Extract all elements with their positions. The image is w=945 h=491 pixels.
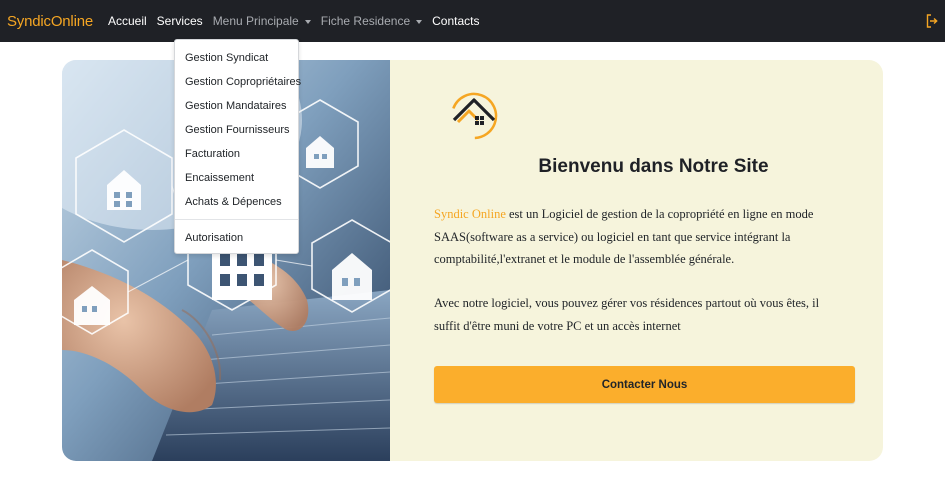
nav-fiche-residence[interactable]: Fiche Residence — [320, 14, 423, 28]
intro-paragraph: Syndic Online est un Logiciel de gestion… — [434, 203, 834, 271]
page-title-text: Bienvenu dans Notre Site — [538, 156, 769, 177]
house-logo-icon — [450, 92, 498, 140]
sign-out-icon[interactable] — [926, 14, 938, 28]
nav-menu-principale[interactable]: Menu Principale — [213, 14, 311, 28]
nav-services-label: Services — [156, 14, 203, 28]
dropdown-item-gestion-mandataires[interactable]: Gestion Mandataires — [175, 94, 298, 118]
nav-accueil[interactable]: Accueil — [108, 14, 147, 28]
top-navbar: SyndicOnline Accueil Services Menu Princ… — [0, 0, 945, 42]
dropdown-item-gestion-syndicat[interactable]: Gestion Syndicat — [175, 46, 298, 70]
features-paragraph: Avec notre logiciel, vous pouvez gérer v… — [434, 296, 820, 333]
caret-down-icon — [416, 19, 423, 24]
caret-down-icon — [304, 19, 311, 24]
dropdown-item-facturation[interactable]: Facturation — [175, 142, 298, 166]
nav-menu-principale-label: Menu Principale — [212, 14, 299, 28]
nav-fiche-residence-label: Fiche Residence — [320, 14, 411, 28]
nav-contacts[interactable]: Contacts — [432, 14, 479, 28]
dropdown-item-gestion-coproprietaires[interactable]: Gestion Copropriétaires — [175, 70, 301, 94]
dropdown-item-encaissement[interactable]: Encaissement — [175, 166, 298, 190]
contact-us-button[interactable]: Contacter Nous — [434, 366, 855, 403]
dropdown-divider — [175, 219, 298, 220]
brand-logo-text[interactable]: SyndicOnline — [7, 13, 93, 30]
nav-contacts-label: Contacts — [432, 14, 480, 28]
dropdown-item-gestion-fournisseurs[interactable]: Gestion Fournisseurs — [175, 118, 298, 142]
nav-accueil-label: Accueil — [107, 14, 147, 28]
page-title: Bienvenu dans Notre Site — [390, 156, 883, 178]
brand-highlight: Syndic Online — [434, 207, 506, 221]
nav-services[interactable]: Services — [157, 14, 203, 28]
hero-content: Bienvenu dans Notre Site Syndic Online e… — [390, 60, 883, 461]
menu-principale-dropdown: Gestion Syndicat Gestion Copropriétaires… — [174, 39, 301, 254]
dropdown-item-achats-depences[interactable]: Achats & Dépences — [175, 190, 298, 214]
dropdown-item-autorisation[interactable]: Autorisation — [175, 226, 298, 250]
